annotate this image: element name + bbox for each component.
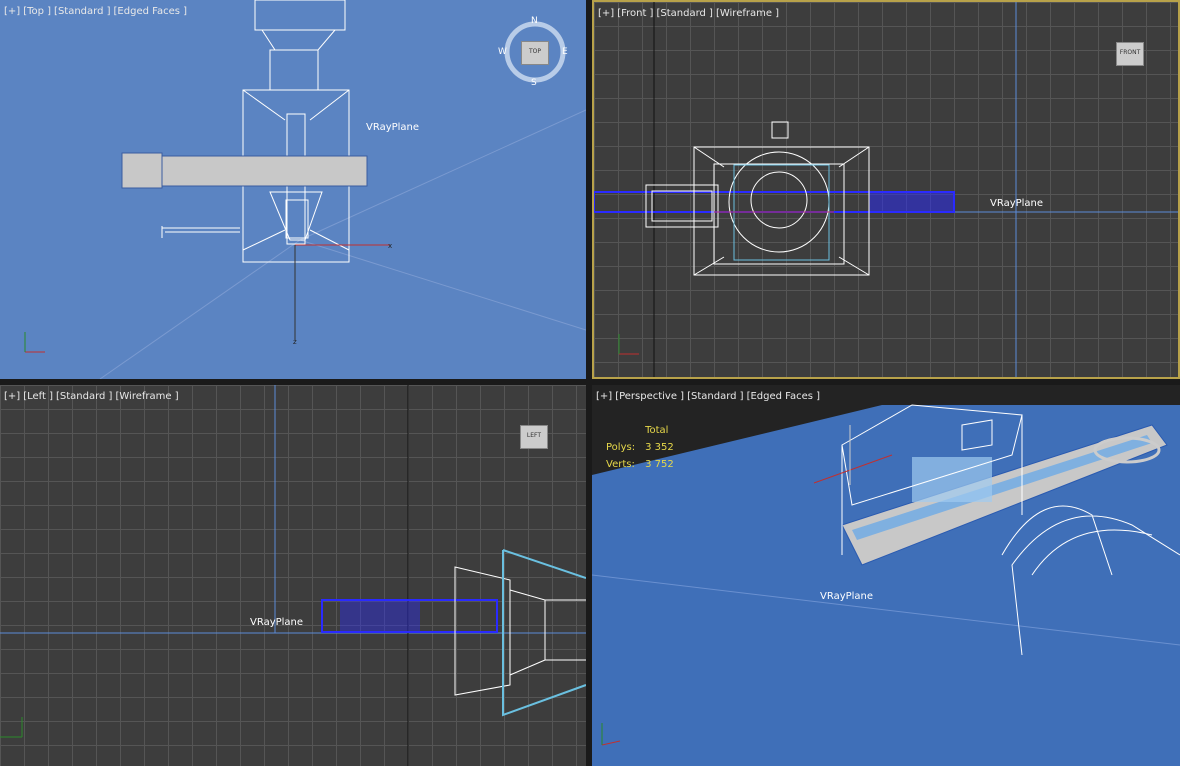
object-label: VRayPlane [250, 617, 304, 628]
viewport-display-menu[interactable]: [Edged Faces ] [114, 6, 188, 17]
svg-text:z: z [293, 338, 297, 346]
compass-e: E [562, 47, 568, 57]
viewport-view-menu[interactable]: [Perspective ] [615, 391, 684, 402]
viewport-left[interactable]: [+] [Left ] [Standard ] [Wireframe ] LEFT V… [0, 385, 586, 766]
stats-header: Total [645, 425, 669, 436]
viewport-view-menu[interactable]: [Left ] [23, 391, 53, 402]
viewport-display-menu[interactable]: [Edged Faces ] [747, 391, 821, 402]
polys-label: Polys: [606, 442, 636, 453]
viewport-label[interactable]: [+] [Perspective ] [Standard ] [Edged Faces… [596, 391, 823, 402]
viewcube[interactable]: LEFT [520, 425, 548, 449]
object-label: VRayPlane [990, 198, 1044, 209]
viewport-label[interactable]: [+] [Front ] [Standard ] [Wireframe ] [598, 8, 782, 19]
verts-label: Verts: [606, 459, 635, 470]
viewcube[interactable]: TOP [521, 41, 549, 65]
viewport-view-menu[interactable]: [Front ] [617, 8, 653, 19]
viewport-front[interactable]: [+] [Front ] [Standard ] [Wireframe ] FRONT… [592, 0, 1180, 379]
viewport-menu-plus[interactable]: [+] [4, 6, 20, 17]
viewport-view-menu[interactable]: [Top ] [23, 6, 51, 17]
viewport-shading-menu[interactable]: [Standard ] [56, 391, 112, 402]
compass-s: S [531, 78, 537, 88]
viewport-display-menu[interactable]: [Wireframe ] [115, 391, 178, 402]
viewport-label[interactable]: [+] [Left ] [Standard ] [Wireframe ] [4, 391, 182, 402]
viewport-menu-plus[interactable]: [+] [598, 8, 614, 19]
left-wireframe [0, 385, 586, 766]
viewport-menu-plus[interactable]: [+] [4, 391, 20, 402]
viewport-display-menu[interactable]: [Wireframe ] [716, 8, 779, 19]
viewport-shading-menu[interactable]: [Standard ] [687, 391, 743, 402]
stats-overlay: Total Polys: 3 352 Verts: 3 752 [604, 421, 684, 474]
polys-value: 3 352 [645, 442, 674, 453]
viewport-shading-menu[interactable]: [Standard ] [656, 8, 712, 19]
viewport-perspective[interactable]: [+] [Perspective ] [Standard ] [Edged Faces… [592, 385, 1180, 766]
viewport-top[interactable]: [+] [Top ] [Standard ] [Edged Faces ] x z TO… [0, 0, 586, 379]
compass-w: W [498, 47, 507, 57]
viewport-label[interactable]: [+] [Top ] [Standard ] [Edged Faces ] [4, 6, 190, 17]
verts-value: 3 752 [645, 459, 674, 470]
front-wireframe [594, 2, 1178, 377]
object-label: VRayPlane [366, 122, 420, 133]
compass-n: N [531, 16, 538, 26]
object-label: VRayPlane [820, 591, 874, 602]
svg-text:x: x [388, 242, 392, 250]
viewport-menu-plus[interactable]: [+] [596, 391, 612, 402]
viewcube[interactable]: FRONT [1116, 42, 1144, 66]
viewport-shading-menu[interactable]: [Standard ] [54, 6, 110, 17]
